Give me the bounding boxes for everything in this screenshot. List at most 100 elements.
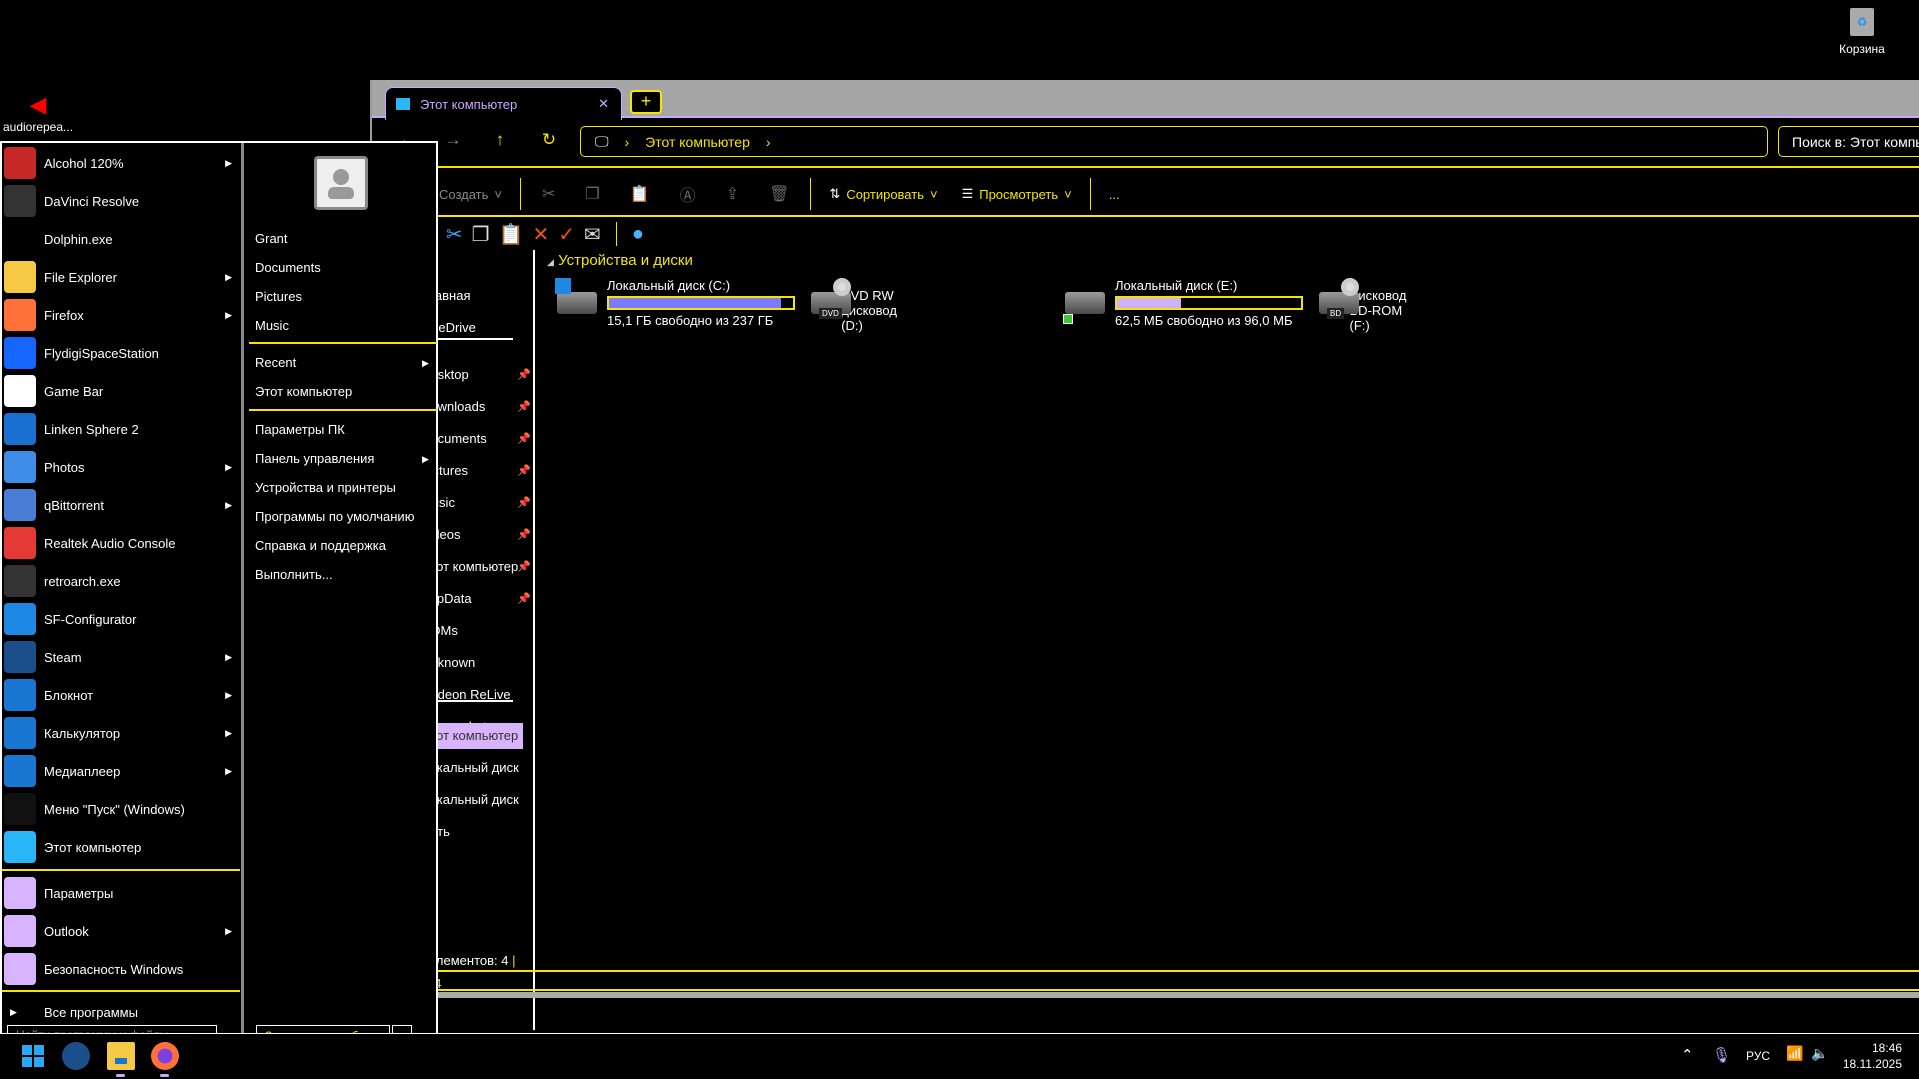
user-avatar[interactable]: [314, 156, 368, 210]
breadcrumb-this-pc[interactable]: Этот компьютер: [645, 134, 750, 150]
pin-icon[interactable]: 📌: [517, 496, 531, 509]
wifi-icon[interactable]: 📶: [1786, 1045, 1803, 1062]
start-place-item[interactable]: Устройства и принтеры: [255, 475, 435, 501]
volume-icon[interactable]: 🔈: [1811, 1045, 1828, 1062]
pin-icon[interactable]: 📌: [517, 592, 531, 605]
start-place-item[interactable]: Pictures: [255, 284, 435, 310]
copy-icon[interactable]: ❐: [570, 184, 614, 204]
start-pinned-item[interactable]: Безопасность Windows: [4, 950, 240, 988]
more-button[interactable]: ...: [1097, 187, 1132, 202]
pin-icon[interactable]: 📌: [517, 528, 531, 541]
start-place-item[interactable]: Параметры ПК: [255, 417, 435, 443]
drive-item[interactable]: Локальный диск (E:) 62,5 МБ свободно из 9…: [1063, 278, 1303, 328]
chevron-up-icon[interactable]: ⌃: [1681, 1046, 1694, 1064]
forward-button[interactable]: →: [438, 126, 468, 154]
start-app-item[interactable]: Linken Sphere 2: [4, 410, 240, 448]
start-place-item[interactable]: Панель управления: [255, 446, 435, 472]
search-input[interactable]: Поиск в: Этот компьютер: [1778, 126, 1919, 157]
language-indicator[interactable]: РУС: [1746, 1049, 1770, 1063]
start-place-item[interactable]: Documents: [255, 255, 435, 281]
start-app-item[interactable]: Realtek Audio Console: [4, 524, 240, 562]
app-icon: [4, 375, 36, 407]
start-app-item[interactable]: SF-Configurator: [4, 600, 240, 638]
desktop-icon-recycle-bin[interactable]: ♻ Корзина: [1826, 8, 1898, 56]
steam-icon[interactable]: [62, 1042, 90, 1070]
clock[interactable]: 18:46 18.11.2025: [1838, 1040, 1902, 1072]
pin-icon[interactable]: 📌: [517, 368, 531, 381]
start-app-item[interactable]: File Explorer ▶: [4, 258, 240, 296]
start-app-item[interactable]: qBittorrent ▶: [4, 486, 240, 524]
start-app-item[interactable]: Photos ▶: [4, 448, 240, 486]
mail-icon[interactable]: ✉: [584, 222, 601, 247]
section-devices-header[interactable]: ◢ Устройства и диски: [547, 252, 693, 269]
start-place-item[interactable]: Этот компьютер: [255, 379, 435, 405]
start-pinned-item[interactable]: Параметры: [4, 874, 240, 912]
horizontal-scrollbar[interactable]: [427, 992, 1919, 998]
tab-this-pc[interactable]: Этот компьютер ✕: [385, 87, 622, 120]
pin-icon[interactable]: 📌: [517, 432, 531, 445]
pin-icon[interactable]: 📌: [517, 560, 531, 573]
pin-icon[interactable]: 📌: [517, 400, 531, 413]
start-app-item[interactable]: Блокнот ▶: [4, 676, 240, 714]
submenu-arrow-icon: ▶: [225, 461, 232, 472]
start-app-item[interactable]: Steam ▶: [4, 638, 240, 676]
create-button[interactable]: Создать ˅: [427, 187, 514, 202]
submenu-arrow-icon: ▶: [225, 925, 232, 936]
start-button[interactable]: [19, 1042, 47, 1070]
close-tab-icon[interactable]: ✕: [598, 96, 621, 112]
app-icon: [4, 147, 36, 179]
desktop-icon-audiorepeater[interactable]: ◀ audiorepea...: [0, 90, 76, 134]
start-pinned-item[interactable]: Outlook ▶: [4, 912, 240, 950]
new-tab-button[interactable]: +: [630, 90, 662, 114]
app-icon: [4, 261, 36, 293]
drive-item[interactable]: BD Дисковод BD-ROM (F:): [1317, 278, 1426, 333]
drive-item[interactable]: Локальный диск (C:) 15,1 ГБ свободно из 2…: [555, 278, 795, 328]
microphone-icon[interactable]: 🎙: [1712, 1046, 1731, 1064]
start-place-item[interactable]: Recent: [255, 350, 435, 376]
delete-x-icon[interactable]: ✕: [533, 222, 550, 247]
start-app-item[interactable]: Этот компьютер: [4, 828, 240, 866]
start-app-item[interactable]: Dolphin.exe: [4, 220, 240, 258]
submenu-arrow-icon: ▶: [422, 358, 429, 368]
start-app-item[interactable]: Firefox ▶: [4, 296, 240, 334]
up-button[interactable]: ↑: [485, 126, 515, 154]
start-app-item[interactable]: Калькулятор ▶: [4, 714, 240, 752]
optical-drive-icon: DVD: [809, 278, 851, 322]
start-app-item[interactable]: Медиаплеер ▶: [4, 752, 240, 790]
start-app-item[interactable]: retroarch.exe: [4, 562, 240, 600]
cut-icon[interactable]: ✂: [527, 184, 570, 204]
check-icon[interactable]: ✓: [558, 222, 575, 247]
sort-button[interactable]: ⇅ Сортировать ˅: [817, 186, 949, 202]
share-icon[interactable]: ⇪: [711, 184, 754, 204]
start-app-item[interactable]: Alcohol 120% ▶: [4, 144, 240, 182]
pin-icon[interactable]: 📌: [517, 464, 531, 477]
copy-icon[interactable]: ❐: [472, 222, 490, 247]
address-bar[interactable]: 🖵 › Этот компьютер ›: [580, 126, 1768, 157]
user-name-link[interactable]: Grant: [255, 226, 435, 252]
start-app-item[interactable]: Меню "Пуск" (Windows): [4, 790, 240, 828]
firefox-icon[interactable]: [151, 1042, 179, 1070]
start-menu: Alcohol 120% ▶ DaVinci Resolve Dolphin.exe F…: [0, 141, 438, 1045]
app-icon: [4, 915, 36, 947]
paste-icon[interactable]: 📋: [499, 222, 524, 247]
secondary-toolbar: ▼ ✂ ❐ 📋 ✕ ✓ ✉ ●: [427, 218, 644, 250]
delete-icon[interactable]: 🗑: [754, 184, 804, 204]
view-button[interactable]: ☰ Просмотреть ˅: [950, 186, 1084, 202]
shortcut-arrow-icon: [1063, 314, 1073, 324]
start-place-item[interactable]: Программы по умолчанию: [255, 504, 435, 530]
chevron-right-icon[interactable]: ›: [766, 134, 771, 150]
start-app-item[interactable]: FlydigiSpaceStation: [4, 334, 240, 372]
taskbar: ⌃ 🎙 РУС 📶 🔈 18:46 18.11.2025: [0, 1033, 1919, 1079]
start-place-item[interactable]: Справка и поддержка: [255, 533, 435, 559]
drive-item[interactable]: DVD DVD RW дисковод (D:): [809, 278, 917, 333]
file-explorer-icon[interactable]: [107, 1042, 135, 1070]
start-app-item[interactable]: DaVinci Resolve: [4, 182, 240, 220]
start-place-item[interactable]: Выполнить...: [255, 562, 435, 588]
shell-icon[interactable]: ●: [632, 223, 644, 246]
start-app-item[interactable]: Game Bar: [4, 372, 240, 410]
paste-icon[interactable]: 📋: [615, 184, 665, 204]
start-place-item[interactable]: Music: [255, 313, 435, 339]
refresh-button[interactable]: ↻: [534, 126, 564, 154]
cut-icon[interactable]: ✂: [446, 222, 463, 247]
rename-icon[interactable]: Ⓐ: [665, 182, 711, 206]
